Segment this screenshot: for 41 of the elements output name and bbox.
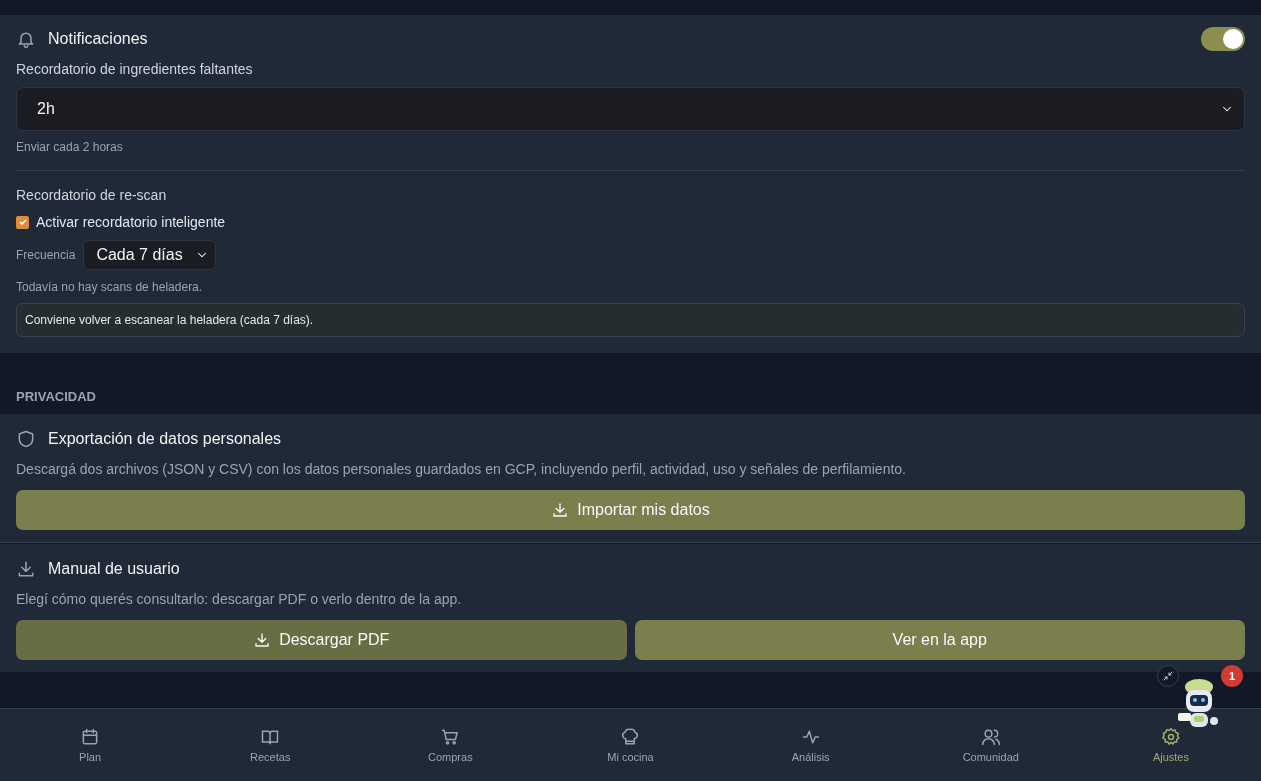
activity-icon	[800, 727, 821, 747]
manual-button[interactable]: Ver en la app	[634, 620, 1245, 660]
checkbox-label: Activar recordatorio inteligente	[36, 214, 226, 230]
nav-tab[interactable]: Ajustes	[1080, 709, 1261, 781]
section-title: Exportación de datos personales	[48, 430, 282, 448]
checkbox[interactable]	[16, 215, 29, 229]
collapse-icon	[1162, 670, 1174, 682]
settings-icon	[1160, 727, 1181, 747]
nav-tab[interactable]: Análisis	[720, 709, 901, 781]
nav-tab[interactable]: Recetas	[180, 709, 361, 781]
section-title: Manual de usuario	[48, 560, 180, 578]
field-label: Frecuencia	[16, 248, 76, 262]
field-hint: Enviar cada 2 horas	[16, 140, 124, 154]
chef-hat-icon	[620, 727, 641, 747]
status-text: Todavía no hay scans de heladera.	[16, 280, 204, 294]
nav-tab[interactable]: Compras	[360, 709, 541, 781]
notifications-toggle[interactable]	[1201, 27, 1245, 51]
notification-badge: 1	[1221, 665, 1243, 687]
nav-tab[interactable]: Mi cocina	[540, 709, 721, 781]
frequency-select[interactable]: Cada 7 días	[83, 240, 216, 270]
field-label: Recordatorio de re-scan	[16, 187, 168, 203]
book-icon	[260, 727, 281, 747]
cart-icon	[440, 727, 461, 747]
info-notice: Conviene volver a escanear la heladera (cada 7 días).	[16, 303, 1245, 337]
manual-button[interactable]: Descargar PDF	[16, 620, 627, 660]
download-icon	[551, 501, 570, 519]
nav-tab[interactable]: Plan	[0, 709, 181, 781]
users-icon	[980, 727, 1001, 747]
section-heading: PRIVACIDAD	[15, 388, 97, 406]
section-title: Notificaciones	[48, 30, 148, 48]
download-icon	[253, 631, 272, 649]
reminder-select[interactable]: 2h	[16, 87, 1245, 131]
description: Elegí cómo querés consultarlo: descargar PDF o verlo dentro de la app.	[16, 591, 463, 607]
field-label: Recordatorio de ingredientes faltantes	[16, 61, 254, 77]
bell-icon	[16, 29, 36, 49]
collapse-button[interactable]	[1157, 665, 1179, 687]
download-icon	[16, 559, 36, 579]
import-data-button[interactable]: Importar mis datos	[16, 490, 1245, 530]
description: Descargá dos archivos (JSON y CSV) con los datos personales guardados en GCP, incluyendo perfil, actividad, uso y señales de perfilamiento.	[16, 461, 907, 477]
shield-icon	[16, 429, 36, 449]
nav-tab[interactable]: Comunidad	[900, 709, 1081, 781]
